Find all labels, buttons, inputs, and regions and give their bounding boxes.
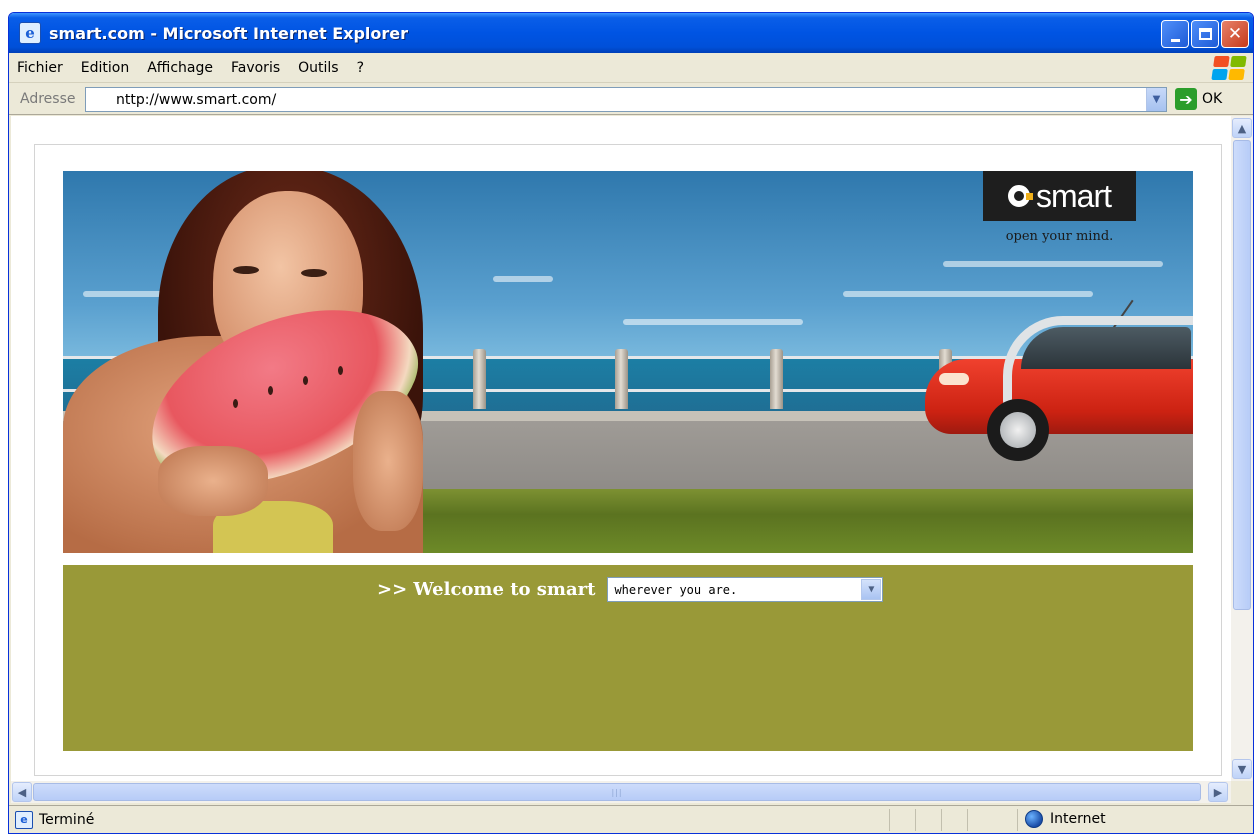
car-window — [1021, 327, 1191, 369]
country-select-value: wherever you are. — [614, 582, 738, 597]
menu-favoris[interactable]: Favoris — [222, 60, 289, 76]
brand-name: smart — [1036, 177, 1112, 214]
menu-edition[interactable]: Edition — [72, 60, 138, 76]
menu-help[interactable]: ? — [348, 60, 373, 76]
scroll-up-button[interactable]: ▲ — [1232, 118, 1252, 138]
go-button[interactable]: ➔ OK — [1175, 88, 1222, 110]
go-label: OK — [1202, 91, 1223, 107]
status-divider — [941, 809, 942, 831]
welcome-panel: >> Welcome to smart wherever you are. ▼ — [63, 565, 1193, 751]
zone-label: Internet — [1050, 811, 1106, 827]
railing-post — [473, 349, 486, 409]
scroll-left-button[interactable]: ◀ — [12, 782, 32, 802]
car-wheel — [987, 399, 1049, 461]
menu-affichage[interactable]: Affichage — [138, 60, 222, 76]
status-divider — [967, 809, 968, 831]
browser-window: e smart.com - Microsoft Internet Explore… — [8, 12, 1254, 834]
ie-page-icon: e — [19, 22, 41, 44]
window-controls: ✕ — [1161, 20, 1249, 48]
maximize-icon — [1198, 28, 1212, 40]
address-bar: Adresse nttp://www.smart.com/ ▼ ➔ OK — [9, 84, 1253, 115]
welcome-row: >> Welcome to smart wherever you are. ▼ — [377, 577, 884, 602]
smart-logo: smart — [983, 171, 1136, 221]
title-bar[interactable]: e smart.com - Microsoft Internet Explore… — [9, 13, 1253, 53]
smart-logo-icon — [1008, 185, 1033, 207]
window-title: smart.com - Microsoft Internet Explorer — [49, 23, 409, 43]
close-icon: ✕ — [1227, 24, 1243, 44]
railing-post — [615, 349, 628, 409]
status-divider — [1017, 809, 1018, 831]
status-divider — [915, 809, 916, 831]
menu-fichier[interactable]: Fichier — [9, 60, 72, 76]
watermelon-seed — [338, 366, 343, 375]
welcome-text: >> Welcome to smart — [377, 579, 596, 600]
status-bar: e Terminé Internet — [9, 805, 1253, 833]
woman-eye — [233, 266, 259, 274]
windows-logo-icon — [1211, 56, 1247, 80]
watermelon-seed — [268, 386, 273, 395]
woman-hand — [158, 446, 268, 516]
page-done-icon: e — [15, 810, 33, 829]
vertical-scrollbar[interactable]: ▲ ▼ — [1231, 116, 1253, 781]
woman-hand — [353, 391, 423, 531]
minimize-icon — [1170, 38, 1180, 42]
cloud — [843, 291, 1093, 297]
security-zone[interactable]: Internet — [1025, 810, 1106, 828]
minimize-button[interactable] — [1161, 20, 1189, 48]
close-button[interactable]: ✕ — [1221, 20, 1249, 48]
railing-post — [770, 349, 783, 409]
scroll-right-button[interactable]: ▶ — [1208, 782, 1228, 802]
cloud — [623, 319, 803, 325]
page-viewport: smart open your mind. >> Welcome to smar… — [11, 116, 1231, 781]
status-divider — [889, 809, 890, 831]
menu-bar: Fichier Edition Affichage Favoris Outils… — [9, 53, 1253, 83]
hero-image[interactable]: smart open your mind. — [63, 171, 1193, 553]
go-arrow-icon: ➔ — [1175, 88, 1197, 110]
woman-eye — [301, 269, 327, 277]
address-input[interactable]: nttp://www.smart.com/ ▼ — [85, 87, 1167, 112]
car-rim — [1000, 412, 1036, 448]
maximize-button[interactable] — [1191, 20, 1219, 48]
smart-brand[interactable]: smart open your mind. — [983, 171, 1136, 244]
horizontal-scroll-thumb[interactable]: ||| — [33, 783, 1201, 801]
chevron-down-icon[interactable]: ▼ — [861, 579, 882, 600]
watermelon-seed — [303, 376, 308, 385]
vertical-scroll-thumb[interactable] — [1233, 140, 1251, 610]
address-url: nttp://www.smart.com/ — [116, 91, 277, 108]
status-text: Terminé — [39, 811, 95, 828]
car-headlight — [939, 373, 969, 385]
smart-car — [925, 299, 1193, 461]
brand-tagline: open your mind. — [1005, 229, 1114, 244]
menu-outils[interactable]: Outils — [289, 60, 347, 76]
address-label: Adresse — [20, 91, 76, 107]
horizontal-scrollbar[interactable]: ◀ ||| ▶ — [11, 781, 1231, 803]
country-select[interactable]: wherever you are. ▼ — [607, 577, 884, 602]
scroll-down-button[interactable]: ▼ — [1232, 759, 1252, 779]
globe-icon — [1025, 810, 1043, 828]
watermelon-seed — [233, 399, 238, 408]
address-dropdown-button[interactable]: ▼ — [1146, 88, 1166, 111]
cloud — [493, 276, 553, 282]
cloud — [943, 261, 1163, 267]
